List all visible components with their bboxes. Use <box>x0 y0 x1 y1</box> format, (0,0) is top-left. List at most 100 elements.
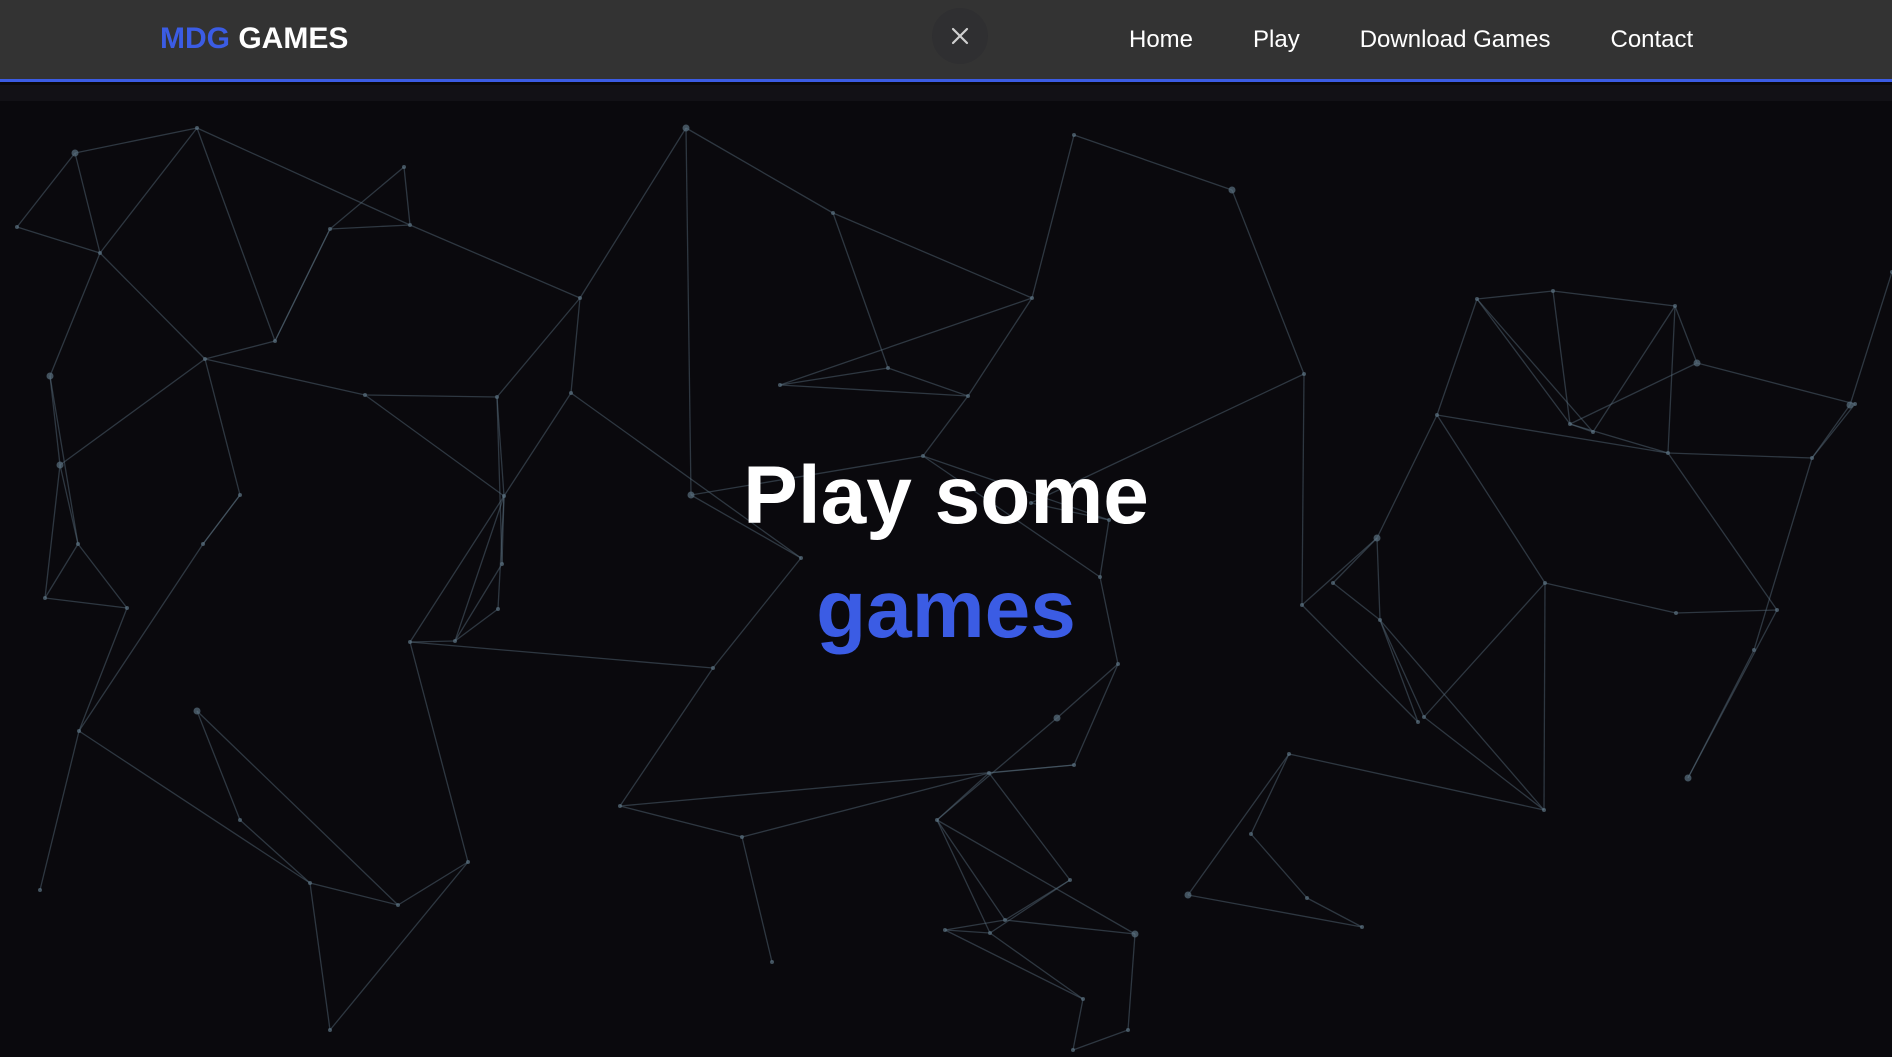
network-node <box>1287 752 1291 756</box>
network-line <box>619 667 714 807</box>
network-node <box>466 860 470 864</box>
network-line <box>1667 305 1676 454</box>
network-node <box>1081 997 1085 1001</box>
network-line <box>1811 404 1851 459</box>
network-line <box>1031 134 1075 299</box>
network-line <box>832 212 889 369</box>
network-node <box>569 391 573 395</box>
network-node <box>943 928 947 932</box>
network-line <box>1288 753 1545 811</box>
network-line <box>39 730 80 891</box>
network-line <box>741 772 990 838</box>
network-line <box>936 819 991 934</box>
network-node <box>98 251 102 255</box>
network-line <box>204 340 276 360</box>
network-line <box>936 717 1058 821</box>
network-line <box>685 127 692 496</box>
network-node <box>1003 918 1007 922</box>
network-line <box>1250 833 1308 899</box>
network-node <box>1475 297 1479 301</box>
network-line <box>1250 753 1290 835</box>
network-node <box>1072 763 1076 767</box>
nav-link-home[interactable]: Home <box>1129 26 1193 54</box>
network-line <box>944 929 1084 1000</box>
network-node <box>396 903 400 907</box>
close-icon <box>951 27 969 45</box>
network-node <box>1072 133 1076 137</box>
network-line <box>1436 414 1669 454</box>
network-node <box>1568 422 1572 426</box>
network-line <box>579 127 687 299</box>
network-line <box>936 819 1006 921</box>
network-line <box>1127 933 1136 1031</box>
network-line <box>409 224 581 299</box>
network-node <box>1360 925 1364 929</box>
network-node <box>1416 720 1420 724</box>
network-line <box>409 641 469 863</box>
network-line <box>1073 663 1119 766</box>
network-node <box>1302 372 1306 376</box>
hero-title-line1: Play some <box>743 450 1149 541</box>
network-node <box>935 818 939 822</box>
network-node <box>238 818 242 822</box>
network-node <box>1131 930 1139 938</box>
network-line <box>196 127 276 342</box>
nav-link-contact[interactable]: Contact <box>1610 26 1693 54</box>
network-line <box>1187 894 1363 928</box>
network-line <box>309 882 399 906</box>
network-line <box>832 212 1033 299</box>
main-nav: Home Play Download Games Contact <box>1129 26 1693 54</box>
network-node <box>193 707 201 715</box>
network-node <box>886 366 890 370</box>
nav-link-download-games[interactable]: Download Games <box>1360 26 1551 54</box>
network-line <box>1592 305 1676 433</box>
network-line <box>1073 134 1233 191</box>
network-line <box>922 395 969 457</box>
network-node <box>77 729 81 733</box>
network-node <box>408 223 412 227</box>
network-line <box>1569 362 1698 425</box>
nav-link-play[interactable]: Play <box>1253 26 1300 54</box>
network-node <box>195 126 199 130</box>
network-node <box>1184 891 1192 899</box>
network-line <box>1004 879 1071 921</box>
close-menu-button[interactable] <box>932 8 988 64</box>
network-node <box>1684 774 1692 782</box>
network-line <box>403 166 411 226</box>
navbar-shadow <box>0 85 1892 101</box>
network-line <box>936 819 1136 935</box>
network-line <box>1187 753 1290 896</box>
network-line <box>1072 998 1084 1051</box>
network-line <box>1423 716 1545 811</box>
network-node <box>988 931 992 935</box>
network-node <box>71 149 79 157</box>
network-node <box>1116 662 1120 666</box>
network-node <box>495 395 499 399</box>
network-node <box>1422 715 1426 719</box>
network-node <box>1030 296 1034 300</box>
network-node <box>618 804 622 808</box>
network-node <box>1068 878 1072 882</box>
network-line <box>274 228 331 342</box>
network-node <box>328 1028 332 1032</box>
network-line <box>329 861 469 1031</box>
network-node <box>1305 896 1309 900</box>
network-node <box>740 835 744 839</box>
network-line <box>779 297 1033 386</box>
network-line <box>196 127 411 226</box>
network-node <box>1435 413 1439 417</box>
network-node <box>15 225 19 229</box>
network-line <box>989 932 1084 1000</box>
network-node <box>987 771 991 775</box>
network-node <box>1673 304 1677 308</box>
network-line <box>619 805 743 838</box>
network-line <box>619 764 1075 807</box>
network-line <box>1696 362 1856 405</box>
network-node <box>831 211 835 215</box>
network-line <box>196 710 241 821</box>
network-line <box>16 152 76 228</box>
network-line <box>49 375 61 466</box>
network-node <box>578 296 582 300</box>
network-node <box>38 888 42 892</box>
brand-logo[interactable]: MDG GAMES <box>160 22 348 56</box>
